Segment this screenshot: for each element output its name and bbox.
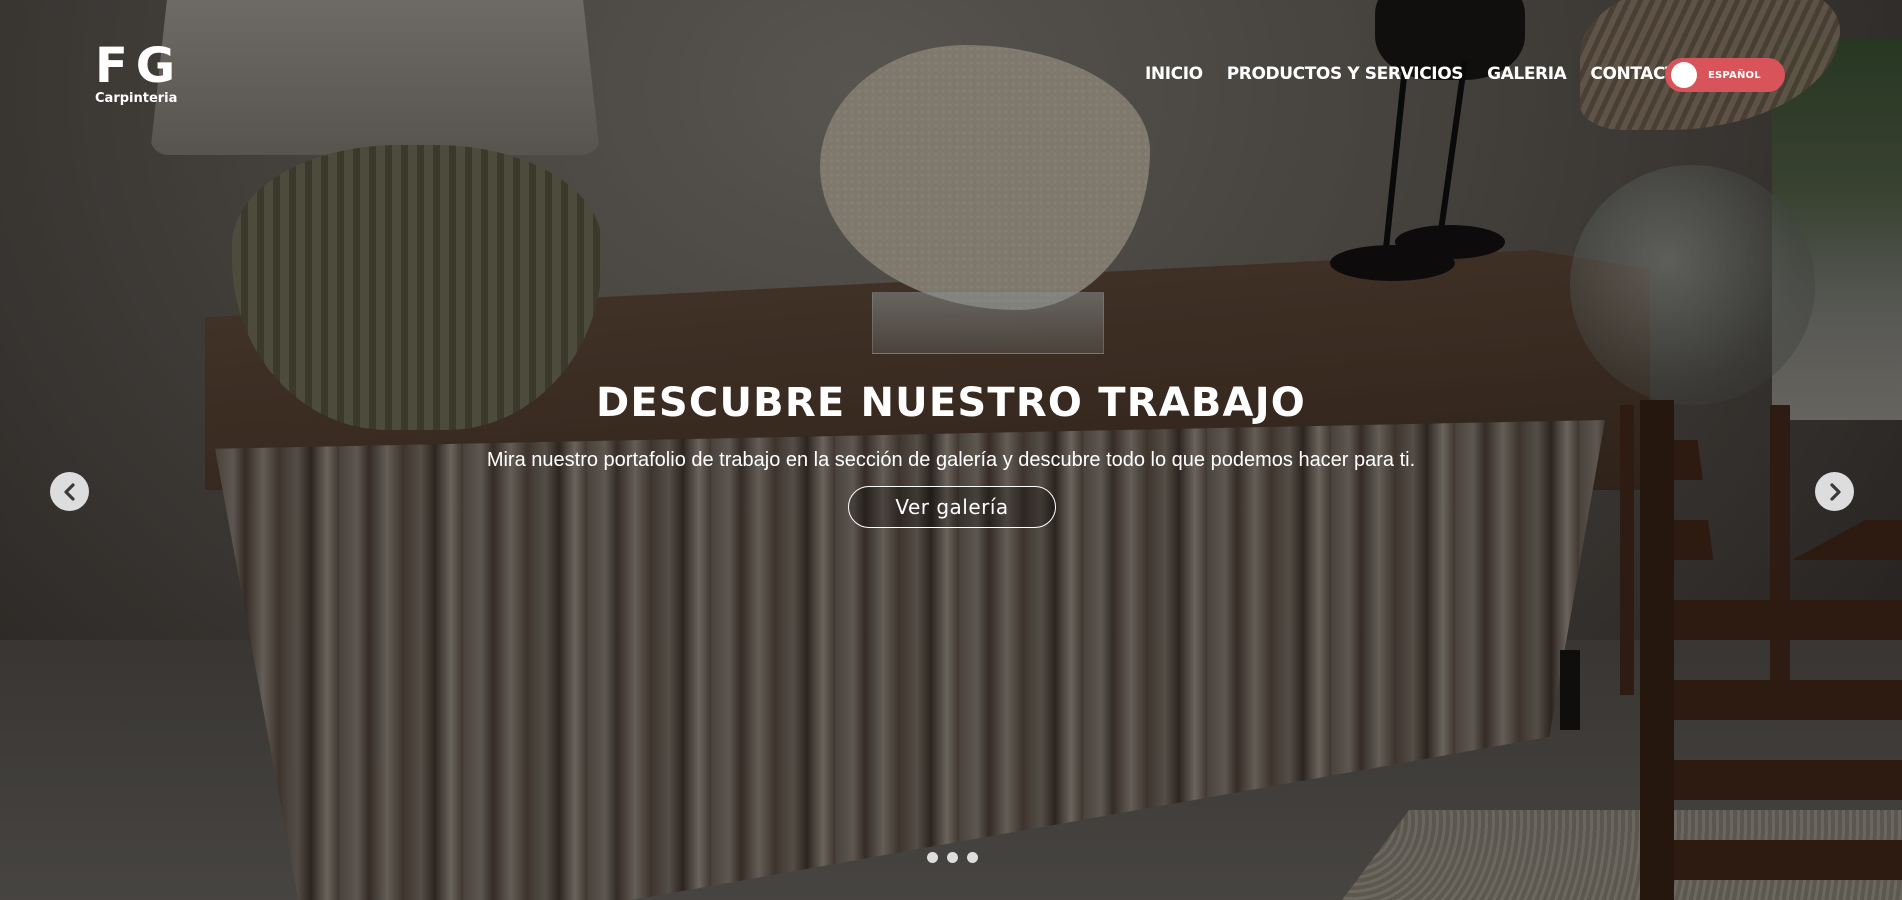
carousel-next-button[interactable] xyxy=(1815,472,1854,511)
main-nav: INICIO PRODUCTOS Y SERVICIOS GALERIA CON… xyxy=(1145,64,1691,84)
view-gallery-button[interactable]: Ver galería xyxy=(848,486,1056,528)
nav-item-inicio[interactable]: INICIO xyxy=(1145,64,1203,84)
logo-mark: FG xyxy=(95,38,184,94)
nav-item-galeria[interactable]: GALERIA xyxy=(1487,64,1567,84)
chevron-right-icon xyxy=(1829,482,1841,501)
nav-item-productos-y-servicios[interactable]: PRODUCTOS Y SERVICIOS xyxy=(1227,64,1464,84)
chevron-left-icon xyxy=(63,482,75,501)
carousel-indicators xyxy=(927,852,978,863)
toggle-knob xyxy=(1671,62,1697,88)
carousel-dot-1[interactable] xyxy=(927,852,938,863)
language-toggle[interactable]: ESPAÑOL xyxy=(1665,58,1785,92)
logo-subtitle: Carpinteria xyxy=(95,91,178,106)
language-label: ESPAÑOL xyxy=(1708,69,1761,81)
carousel-dot-2[interactable] xyxy=(947,852,958,863)
hero-subtitle: Mira nuestro portafolio de trabajo en la… xyxy=(486,449,1416,471)
carousel-dot-3[interactable] xyxy=(967,852,978,863)
hero-title: DESCUBRE NUESTRO TRABAJO xyxy=(596,380,1306,426)
site-logo[interactable]: FG Carpinteria xyxy=(95,38,184,106)
carousel-prev-button[interactable] xyxy=(50,472,89,511)
